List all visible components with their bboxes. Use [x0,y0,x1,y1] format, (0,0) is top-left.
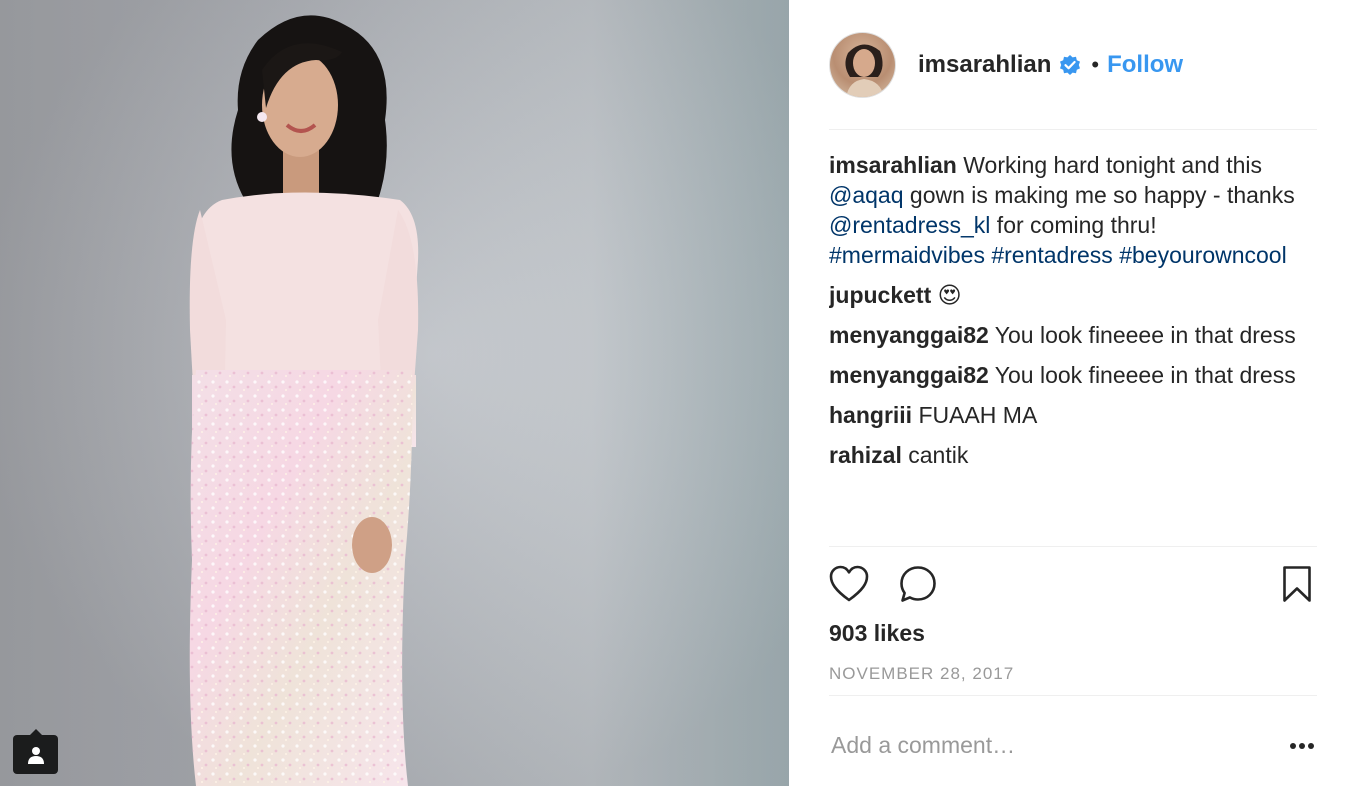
header-divider [829,129,1317,130]
bookmark-icon[interactable] [1282,565,1312,603]
header-separator: • [1091,52,1100,77]
avatar-photo [845,44,884,97]
caption-text: for coming thru! [990,212,1157,238]
comment-text: cantik [901,442,969,468]
comment-username[interactable]: hangriii [829,402,912,428]
comment-username[interactable]: jupuckett [829,282,931,308]
post-details-panel: imsarahlian • Follow imsarahlian Working… [789,0,1352,786]
add-comment-input[interactable] [831,728,1251,762]
caption-text: Working hard tonight and this [956,152,1262,178]
comments-divider [829,546,1317,547]
comment-item: rahizal cantik [829,440,1317,470]
more-options-icon[interactable] [1289,742,1315,750]
comment-username[interactable]: menyanggai82 [829,362,989,388]
mention-link[interactable]: @rentadress_kl [829,212,990,238]
avatar[interactable] [829,32,896,98]
verified-badge-icon [1060,55,1081,75]
comment-text: You look fineeee in that dress [988,362,1296,388]
comment-username[interactable]: menyanggai82 [829,322,989,348]
hashtag-link[interactable]: #beyourowncool [1119,242,1287,268]
mention-link[interactable]: @aqaq [829,182,904,208]
comment-text: 😍 [931,282,962,308]
comment-text: You look fineeee in that dress [988,322,1296,348]
post-photo[interactable] [0,0,789,786]
tagged-users-button[interactable] [13,729,58,774]
caption-username[interactable]: imsarahlian [829,152,957,178]
comment-bubble-icon[interactable] [899,565,937,603]
post-header: imsarahlian • Follow [829,32,1183,98]
comment-text: FUAAH MA [912,402,1038,428]
post-author-username[interactable]: imsarahlian [918,51,1051,79]
heart-icon[interactable] [829,565,869,603]
comment-username[interactable]: rahizal [829,442,902,468]
action-bar [829,565,1317,607]
caption: imsarahlian Working hard tonight and thi… [829,150,1317,270]
caption-text: gown is making me so happy - thanks [903,182,1295,208]
comment-item: menyanggai82 You look fineeee in that dr… [829,360,1317,390]
hashtag-link[interactable]: #mermaidvibes [829,242,985,268]
footer-divider [829,695,1317,696]
comment-item: hangriii FUAAH MA [829,400,1317,430]
comment-item: jupuckett 😍 [829,280,1317,310]
post-date[interactable]: NOVEMBER 28, 2017 [829,664,1014,684]
woman-in-sequin-gown-image [189,15,419,786]
hashtag-link[interactable]: #rentadress [991,242,1112,268]
user-tag-icon [27,746,44,764]
comments-list[interactable]: imsarahlian Working hard tonight and thi… [829,150,1317,546]
comment-item: menyanggai82 You look fineeee in that dr… [829,320,1317,350]
likes-count[interactable]: 903 likes [829,620,925,647]
follow-button[interactable]: Follow [1107,51,1183,79]
